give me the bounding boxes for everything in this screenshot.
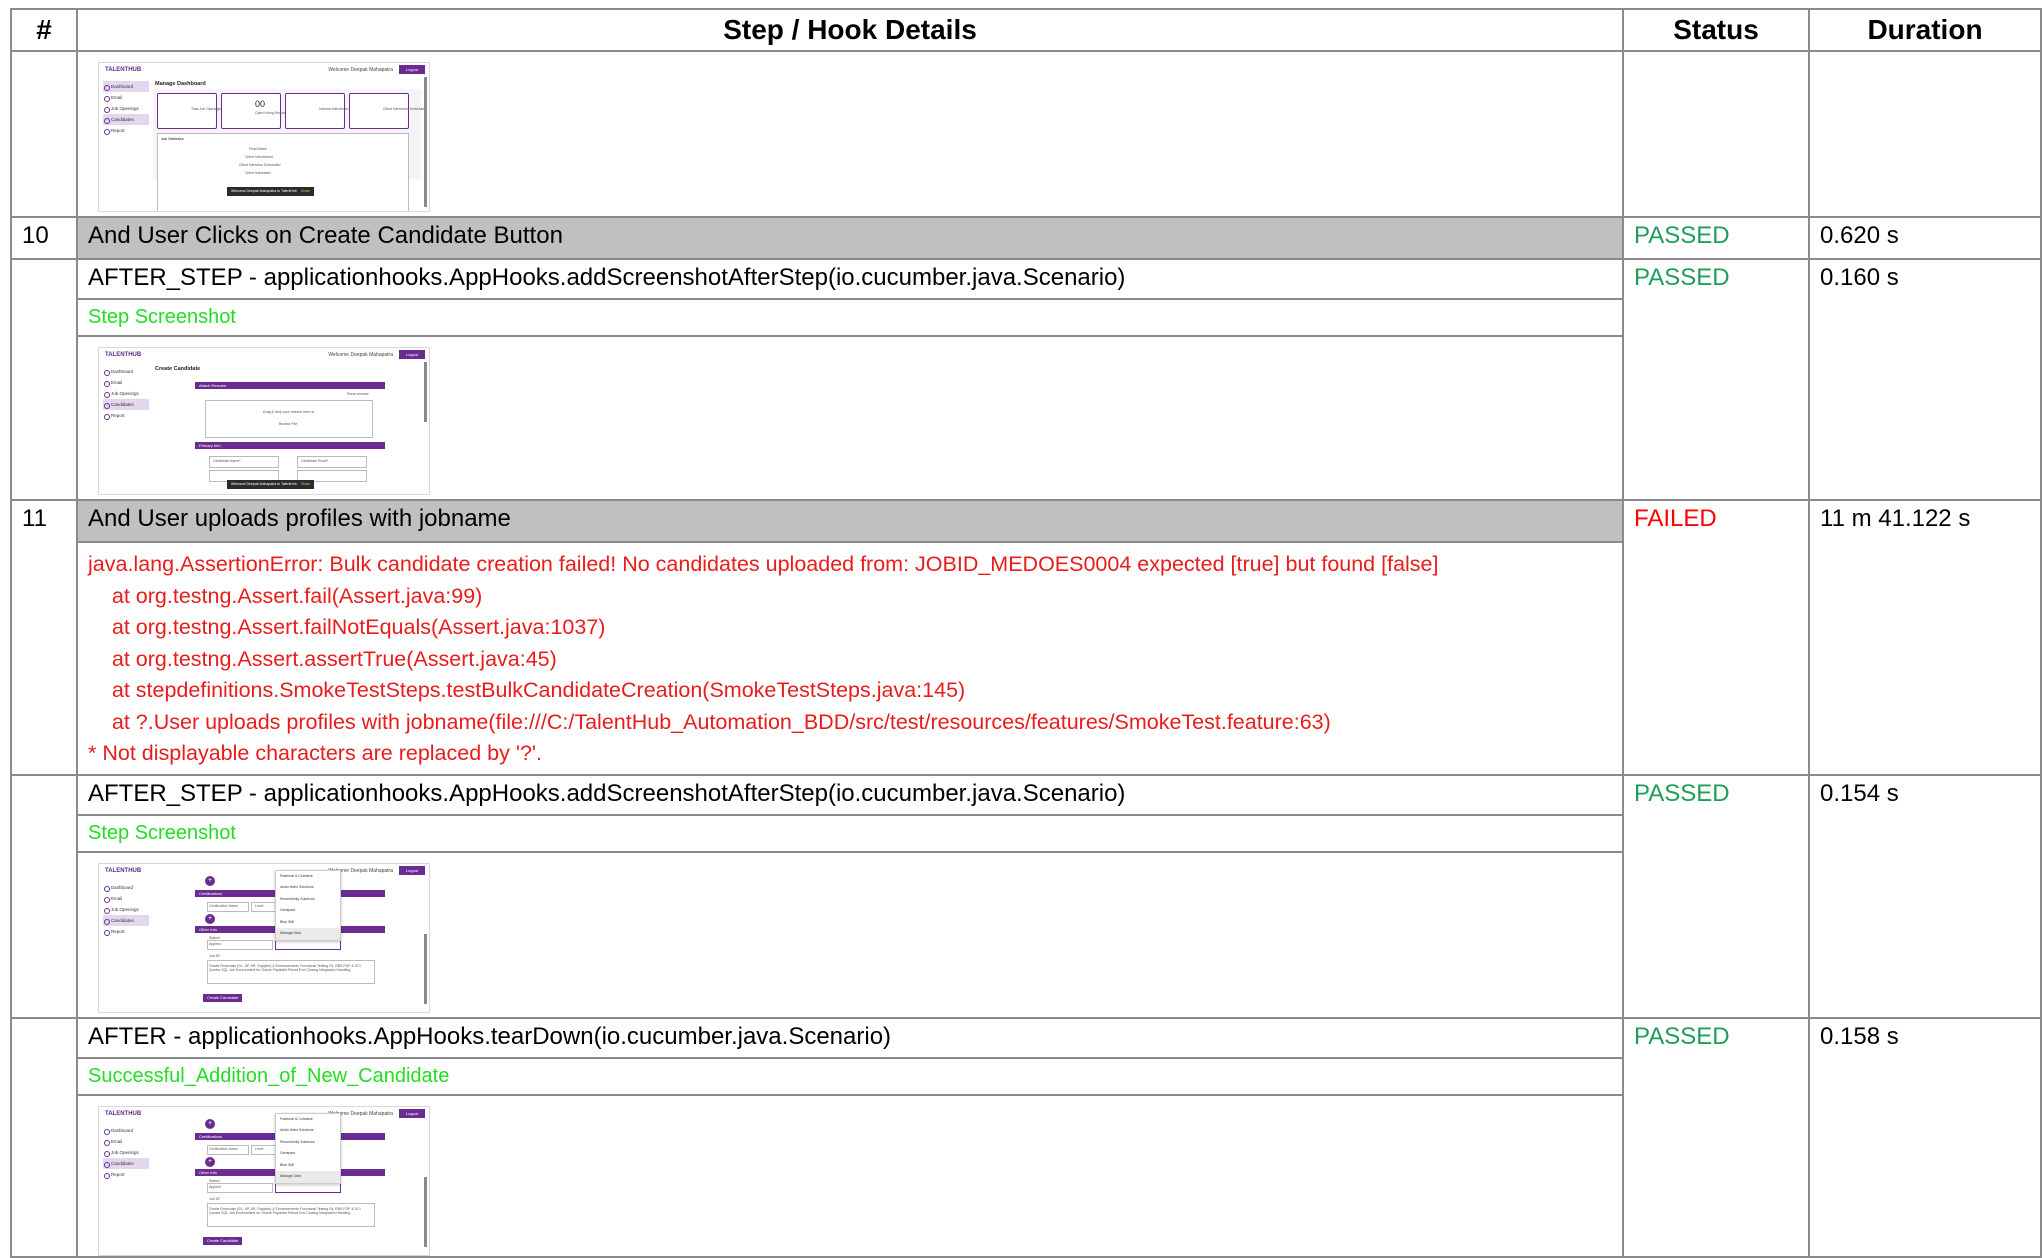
step-number: 11 (10, 499, 78, 776)
screenshot-label: Step Screenshot (76, 298, 1624, 337)
job-dropdown[interactable]: Fraternal & Cohesive Aristo Nebz Solutio… (275, 1112, 341, 1184)
status-badge: FAILED (1622, 499, 1810, 776)
hook-text: AFTER_STEP - applicationhooks.AppHooks.a… (76, 258, 1624, 300)
error-stacktrace: java.lang.AssertionError: Bulk candidate… (76, 541, 1624, 776)
status-badge: PASSED (1622, 258, 1810, 501)
hook-duration: 0.158 s (1808, 1016, 2042, 1258)
step-duration: 11 m 41.122 s (1808, 499, 2042, 776)
screenshot-label: Step Screenshot (76, 813, 1624, 853)
header-duration: Duration (1808, 8, 2042, 52)
create-candidate-screenshot[interactable]: TALENTHUB Welcome Deepak Mahapatra Logou… (98, 347, 430, 495)
step-duration: 0.620 s (1808, 216, 2042, 260)
status-badge: PASSED (1622, 216, 1810, 260)
step-row: 10 And User Clicks on Create Candidate B… (10, 216, 2042, 260)
other-info-screenshot[interactable]: TALENTHUB Welcome Deepak Mahapatra Logou… (98, 862, 430, 1013)
step-number: 10 (10, 216, 78, 260)
screenshot-label: Successful_Addition_of_New_Candidate (76, 1056, 1624, 1096)
step-row: 11 And User uploads profiles with jobnam… (10, 499, 2042, 776)
thumb-sidebar: Dashboard Email Job Openings Candidates … (103, 366, 149, 421)
status-badge: PASSED (1622, 773, 1810, 1019)
header-status: Status (1622, 8, 1810, 52)
screenshot-cell: TALENTHUB Welcome Deepak Mahapatra Logou… (76, 50, 1624, 218)
table-header-row: # Step / Hook Details Status Duration (10, 8, 2042, 52)
status-badge: PASSED (1622, 1016, 1810, 1258)
screenshot-cell: TALENTHUB Welcome Deepak Mahapatra Logou… (76, 850, 1624, 1019)
thumb-sidebar: Dashboard Email Job Openings Candidates … (103, 1125, 149, 1180)
hook-duration: 0.160 s (1808, 258, 2042, 501)
teardown-screenshot[interactable]: TALENTHUB Welcome Deepak Mahapatra Logou… (98, 1105, 430, 1256)
screenshot-cell: TALENTHUB Welcome Deepak Mahapatra Logou… (76, 1093, 1624, 1258)
screenshot-cell: TALENTHUB Welcome Deepak Mahapatra Logou… (76, 335, 1624, 501)
step-text: And User Clicks on Create Candidate Butt… (76, 216, 1624, 260)
thumb-sidebar: Dashboard Email Job Openings Candidates … (103, 81, 149, 136)
header-details: Step / Hook Details (76, 8, 1624, 52)
job-dropdown[interactable]: Fraternal & Cohesive Aristo Nebz Solutio… (275, 869, 341, 941)
hook-duration: 0.154 s (1808, 773, 2042, 1019)
step-text: And User uploads profiles with jobname (76, 499, 1624, 543)
dashboard-screenshot[interactable]: TALENTHUB Welcome Deepak Mahapatra Logou… (98, 62, 430, 212)
hook-row: AFTER_STEP - applicationhooks.AppHooks.a… (10, 258, 2042, 501)
thumb-sidebar: Dashboard Email Job Openings Candidates … (103, 882, 149, 937)
step-report-table: # Step / Hook Details Status Duration TA… (10, 8, 2042, 1258)
hook-text: AFTER_STEP - applicationhooks.AppHooks.a… (76, 773, 1624, 816)
table-row: TALENTHUB Welcome Deepak Mahapatra Logou… (10, 50, 2042, 218)
hook-row: AFTER - applicationhooks.AppHooks.tearDo… (10, 1016, 2042, 1258)
hook-row: AFTER_STEP - applicationhooks.AppHooks.a… (10, 773, 2042, 1019)
hook-text: AFTER - applicationhooks.AppHooks.tearDo… (76, 1016, 1624, 1059)
header-number: # (10, 8, 78, 52)
